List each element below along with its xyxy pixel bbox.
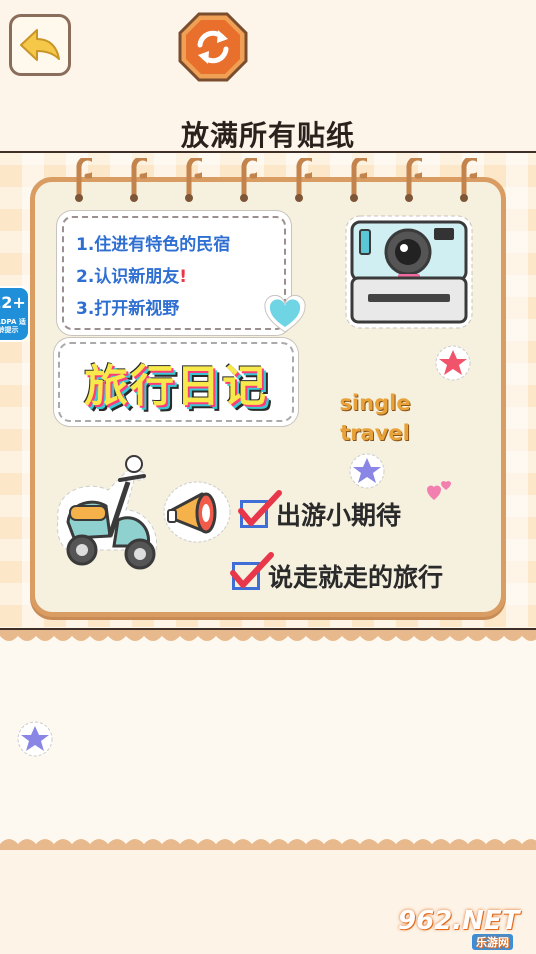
check-icon [230, 552, 274, 588]
ring-icon [130, 158, 147, 202]
list-item: 2.认识新朋友! [74, 267, 188, 289]
tray-top-edge [0, 630, 536, 641]
single-text: single [339, 391, 411, 415]
heart-sticker[interactable] [262, 294, 308, 336]
ring-icon [295, 158, 312, 202]
list-item: 3.打开新视野 [74, 294, 214, 321]
back-button[interactable] [9, 14, 71, 76]
sticker-tray [0, 628, 536, 852]
checklist-item[interactable]: 出游小期待 [238, 490, 402, 532]
list-sticker[interactable]: 1.住进有特色的民宿 2.认识新朋友! 3.打开新视野 [62, 216, 286, 330]
ring-icon [350, 158, 367, 202]
camera-icon [345, 215, 473, 329]
tray-bottom-edge [0, 839, 536, 850]
age-rating-badge: 12+ CADPA 适龄提示 [0, 286, 30, 342]
diary-title-sticker[interactable]: 旅行日记 [58, 342, 294, 422]
page-title: 放满所有贴纸 [180, 119, 355, 152]
scooter-sticker[interactable] [48, 450, 170, 580]
camera-sticker[interactable] [344, 214, 474, 330]
diary-title-text: 旅行日记 [84, 361, 268, 412]
checklist-label: 出游小期待 [276, 501, 402, 530]
tray-star-sticker[interactable] [16, 720, 54, 758]
star-sticker[interactable] [348, 452, 386, 490]
ring-icon [460, 158, 477, 202]
list-item: 1.住进有特色的民宿 [74, 235, 231, 257]
ring-icon [240, 158, 257, 202]
ring-icon [75, 158, 92, 202]
scooter-icon [57, 455, 158, 570]
reset-button[interactable] [178, 12, 248, 82]
check-icon [238, 490, 282, 526]
arrow-left-icon [20, 29, 60, 61]
checklist-item[interactable]: 说走就走的旅行 [230, 552, 444, 594]
checklist-label: 说走就走的旅行 [268, 563, 444, 592]
megaphone-sticker[interactable] [162, 480, 232, 544]
checkbox [230, 552, 274, 590]
ring-icon [405, 158, 422, 202]
hearts-icon [427, 481, 451, 500]
single-travel-sticker[interactable]: single travel [330, 388, 420, 448]
ring-icon [185, 158, 202, 202]
refresh-icon [178, 12, 248, 82]
travel-text: travel [340, 421, 410, 445]
star-sticker[interactable] [434, 344, 472, 382]
watermark-logo: 962.NET 乐游网 [398, 906, 520, 950]
checkbox [238, 490, 282, 528]
